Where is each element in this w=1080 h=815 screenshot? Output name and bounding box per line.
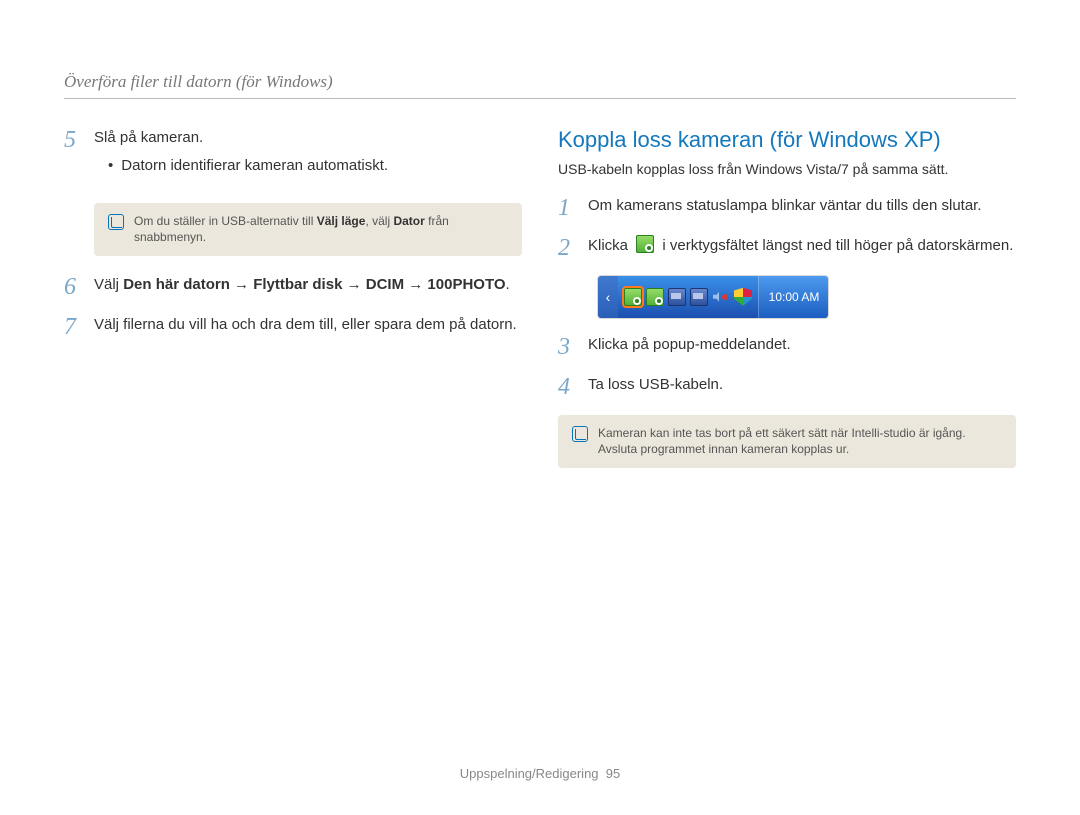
tray-icon (646, 288, 664, 306)
note-text: Kameran kan inte tas bort på ett säkert … (598, 425, 1002, 459)
step-number: 3 (558, 334, 588, 360)
footer-section: Uppspelning/Redigering (460, 766, 599, 781)
taskbar: ‹ 10:00 AM (598, 276, 828, 318)
step-7: 7 Välj filerna du vill ha och dra dem ti… (64, 314, 522, 340)
step-body: Välj Den här datorn → Flyttbar disk → DC… (94, 274, 522, 300)
note-text: Om du ställer in USB-alternativ till Väl… (134, 213, 508, 247)
manual-page: Överföra filer till datorn (för Windows)… (0, 0, 1080, 815)
step-4: 4 Ta loss USB-kabeln. (558, 374, 1016, 400)
network-tray-icon (668, 288, 686, 306)
section-heading: Koppla loss kameran (för Windows XP) (558, 127, 1016, 153)
step-body: Ta loss USB-kabeln. (588, 374, 1016, 400)
section-intro: USB-kabeln kopplas loss från Windows Vis… (558, 161, 1016, 177)
note-icon (108, 214, 124, 230)
page-footer: Uppspelning/Redigering 95 (0, 766, 1080, 781)
step-number: 2 (558, 235, 588, 261)
breadcrumb: Överföra filer till datorn (för Windows) (64, 72, 333, 91)
step-5: 5 Slå på kameran. Datorn identifierar ka… (64, 127, 522, 189)
step-body: Välj filerna du vill ha och dra dem till… (94, 314, 522, 340)
step-2: 2 Klicka i verktygsfältet längst ned til… (558, 235, 1016, 261)
taskbar-clock: 10:00 AM (758, 276, 828, 318)
step-number: 5 (64, 127, 94, 189)
note-box-intellistudio: Kameran kan inte tas bort på ett säkert … (558, 415, 1016, 469)
safe-remove-icon (636, 235, 654, 253)
bullet-text: Datorn identifierar kameran automatiskt. (121, 155, 388, 177)
content-columns: 5 Slå på kameran. Datorn identifierar ka… (64, 127, 1016, 468)
step-6: 6 Välj Den här datorn → Flyttbar disk → … (64, 274, 522, 300)
step-body: Slå på kameran. Datorn identifierar kame… (94, 127, 522, 189)
page-number: 95 (606, 766, 620, 781)
step-body: Klicka i verktygsfältet längst ned till … (588, 235, 1016, 261)
right-column: Koppla loss kameran (för Windows XP) USB… (558, 127, 1016, 468)
left-column: 5 Slå på kameran. Datorn identifierar ka… (64, 127, 522, 468)
step-body: Om kamerans statuslampa blinkar väntar d… (588, 195, 1016, 221)
page-header: Överföra filer till datorn (för Windows) (64, 72, 1016, 99)
network-tray-icon (690, 288, 708, 306)
step-3: 3 Klicka på popup-meddelandet. (558, 334, 1016, 360)
note-icon (572, 426, 588, 442)
step-body: Klicka på popup-meddelandet. (588, 334, 1016, 360)
step-number: 6 (64, 274, 94, 300)
step-number: 4 (558, 374, 588, 400)
step-1: 1 Om kamerans statuslampa blinkar väntar… (558, 195, 1016, 221)
taskbar-screenshot: ‹ 10:00 AM (598, 276, 828, 318)
safe-remove-tray-icon (624, 288, 642, 306)
security-shield-icon (734, 288, 752, 306)
volume-tray-icon (712, 288, 730, 306)
step-bullet: Datorn identifierar kameran automatiskt. (94, 155, 522, 177)
system-tray (618, 276, 758, 318)
note-box-usb-mode: Om du ställer in USB-alternativ till Väl… (94, 203, 522, 257)
step-number: 1 (558, 195, 588, 221)
step-number: 7 (64, 314, 94, 340)
taskbar-expand: ‹ (598, 276, 618, 318)
chevron-left-icon: ‹ (606, 289, 611, 305)
step-title: Slå på kameran. (94, 127, 522, 149)
